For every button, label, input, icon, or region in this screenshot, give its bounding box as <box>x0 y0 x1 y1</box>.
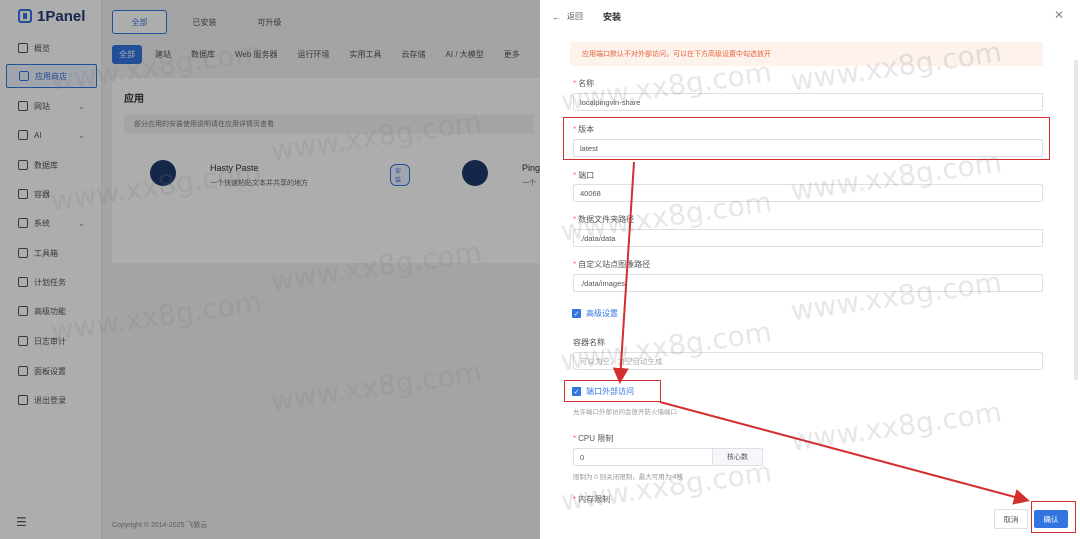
modal-overlay[interactable] <box>0 0 540 539</box>
image-path-label: * 自定义站点图像路径 <box>573 260 651 269</box>
install-drawer: ← 返回 安装 ✕ 应用端口默认不对外部访问，可以在下方高级设置中勾选放开 * 名… <box>540 0 1080 539</box>
port-label: * 端口 <box>573 171 595 180</box>
image-path-input[interactable]: ./data/images <box>573 274 1043 292</box>
drawer-header: ← 返回 安装 <box>552 10 621 23</box>
cpu-label: * CPU 限制 <box>573 434 614 443</box>
drawer-scrollbar[interactable] <box>1074 60 1078 380</box>
external-access-hint: 允许端口外部访问会放开防火墙端口 <box>573 409 677 416</box>
cpu-hint: 限制为 0 则关闭限制，最大可用为 4核 <box>573 474 684 481</box>
advanced-settings-checkbox[interactable]: ✓ 高级设置 <box>572 308 618 319</box>
cpu-input[interactable]: 0 <box>573 448 713 466</box>
back-link[interactable]: 返回 <box>567 11 583 22</box>
annotation-box-confirm <box>1031 501 1076 533</box>
checkbox-label: 高级设置 <box>586 309 618 318</box>
warning-alert: 应用端口默认不对外部访问，可以在下方高级设置中勾选放开 <box>570 42 1043 66</box>
cancel-button[interactable]: 取消 <box>994 509 1028 529</box>
drawer-title: 安装 <box>603 12 622 22</box>
container-name-input[interactable]: 可以为空，为空自动生成 <box>573 352 1043 370</box>
data-path-label: * 数据文件夹路径 <box>573 215 635 224</box>
name-input[interactable]: localpingvin-share <box>573 93 1043 111</box>
close-icon[interactable]: ✕ <box>1054 8 1064 22</box>
memory-label: * 内存限制 <box>573 495 611 504</box>
name-label: * 名称 <box>573 79 595 88</box>
container-name-label: 容器名称 <box>573 338 605 347</box>
annotation-box-version <box>563 117 1050 160</box>
back-arrow-icon[interactable]: ← <box>552 12 561 22</box>
port-input[interactable]: 40068 <box>573 184 1043 202</box>
data-path-input[interactable]: ./data/data <box>573 229 1043 247</box>
cpu-unit: 核心数 <box>713 448 763 466</box>
annotation-box-external-access <box>564 380 661 402</box>
checkmark-icon: ✓ <box>572 309 581 318</box>
